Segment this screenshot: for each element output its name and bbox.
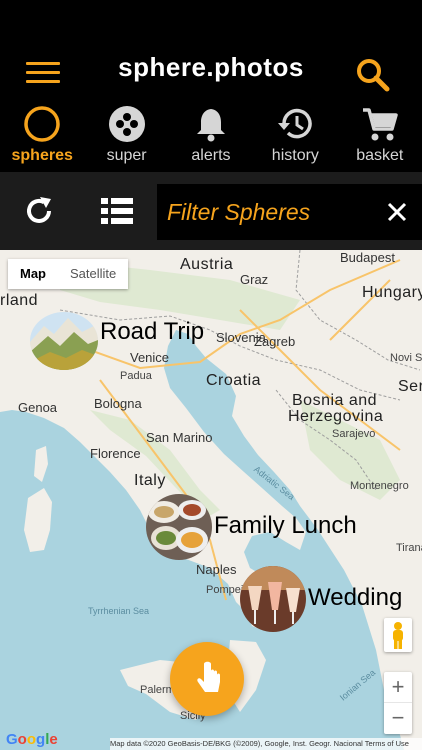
map-label: Zagreb	[254, 334, 296, 349]
street-view-pegman-icon[interactable]	[384, 618, 412, 652]
map-label: Montenegro	[350, 480, 409, 492]
tab-history[interactable]: history	[253, 103, 337, 173]
map-label: rland	[0, 292, 39, 309]
map-label: Sarajevo	[332, 428, 376, 440]
marker-label: Wedding	[308, 584, 403, 611]
super-icon	[84, 103, 168, 145]
tab-label: alerts	[191, 147, 231, 164]
zoom-in-button[interactable]: +	[384, 672, 412, 703]
tab-basket[interactable]: basket	[338, 103, 422, 173]
filter-spheres-input[interactable]	[167, 194, 377, 230]
map-label: Ser	[398, 378, 422, 395]
map-label: Genoa	[18, 400, 58, 415]
map-label: Herzegovina	[288, 408, 384, 425]
refresh-icon[interactable]	[0, 172, 78, 250]
map-view[interactable]: Austria Budapest Hungary Graz rland Slov…	[0, 250, 422, 750]
filter-toolbar	[0, 172, 422, 250]
tab-bar: spheres super alerts history basket	[0, 103, 422, 173]
hand-pointer-icon	[197, 661, 220, 692]
zoom-control: + −	[384, 672, 412, 734]
map-label: Florence	[90, 446, 141, 461]
map-label: San Marino	[146, 430, 213, 445]
filter-box	[157, 184, 422, 240]
map-type-control: Map Satellite	[8, 259, 129, 289]
tab-label: spheres	[11, 147, 73, 164]
map-label: Pompei	[206, 584, 244, 596]
map-type-satellite-button[interactable]: Satellite	[58, 259, 128, 289]
map-type-map-button[interactable]: Map	[8, 259, 58, 289]
map-label: Tyrrhenian Sea	[88, 606, 150, 616]
map-label: Novi Sad	[390, 352, 422, 364]
map-attribution[interactable]: Map data ©2020 GeoBasis-DE/BKG (©2009), …	[110, 738, 422, 750]
map-label: Bologna	[94, 396, 142, 411]
tab-alerts[interactable]: alerts	[169, 103, 253, 173]
map-label: Graz	[240, 272, 269, 287]
map-label: Italy	[134, 472, 166, 489]
search-icon[interactable]	[354, 56, 394, 96]
map-label: Padua	[120, 370, 152, 382]
tab-label: super	[106, 147, 147, 164]
map-label: Tirana	[396, 542, 422, 554]
map-label: Austria	[180, 256, 234, 273]
tab-label: basket	[356, 147, 404, 164]
touch-action-button[interactable]	[170, 642, 244, 716]
map-label: Budapest	[340, 250, 395, 265]
tab-label: history	[271, 147, 319, 164]
tab-spheres[interactable]: spheres	[0, 103, 84, 173]
drinks-photo	[240, 566, 306, 632]
zoom-out-button[interactable]: −	[384, 703, 412, 734]
close-icon[interactable]	[383, 198, 411, 226]
list-view-icon[interactable]	[78, 172, 156, 250]
history-icon	[253, 103, 337, 145]
google-logo: Google	[6, 731, 58, 748]
map-label: Hungary	[362, 284, 422, 301]
marker-label: Road Trip	[100, 318, 205, 345]
sphere-marker-road-trip[interactable]: Road Trip	[30, 312, 230, 370]
app-header: sphere.photos spheres super alerts histo…	[0, 0, 422, 250]
bell-icon	[169, 103, 253, 145]
map-label: Croatia	[206, 372, 262, 389]
cart-icon	[338, 103, 422, 145]
brand-row: sphere.photos	[0, 40, 422, 100]
sphere-marker-family-lunch[interactable]: Family Lunch	[146, 494, 376, 564]
food-photo	[146, 494, 212, 560]
circle-icon	[0, 103, 84, 145]
tab-super[interactable]: super	[84, 103, 168, 173]
marker-label: Family Lunch	[214, 512, 357, 539]
mountain-photo	[30, 312, 98, 370]
map-label: Naples	[196, 562, 237, 577]
